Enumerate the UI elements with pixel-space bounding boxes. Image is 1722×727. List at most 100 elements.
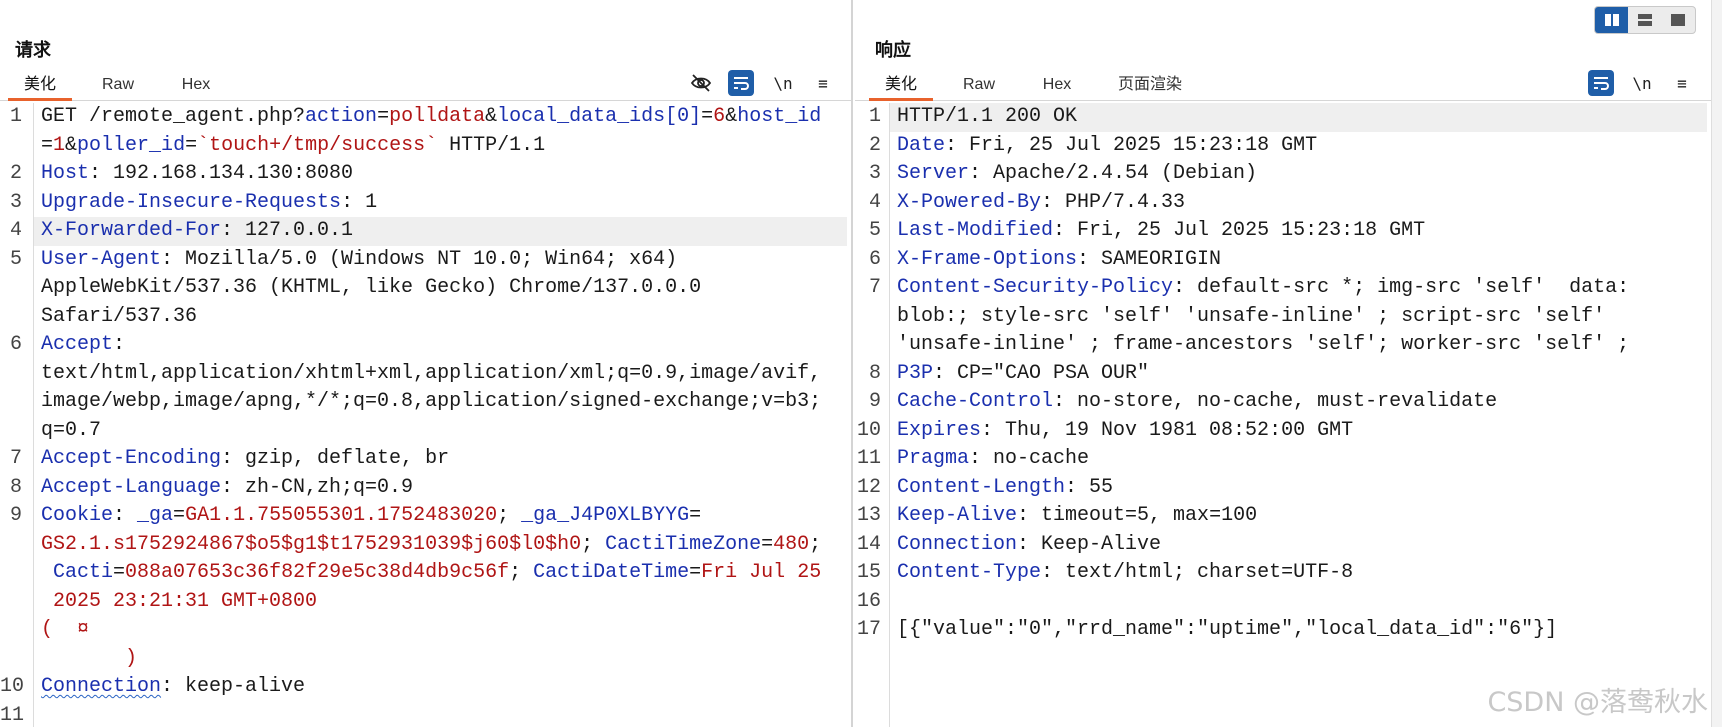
response-code[interactable]: HTTP/1.1 200 OK Date: Fri, 25 Jul 2025 15… bbox=[890, 103, 1707, 645]
scrollbar-strip[interactable] bbox=[1711, 0, 1722, 727]
code-line[interactable]: Last-Modified: Fri, 25 Jul 2025 15:23:18… bbox=[890, 217, 1707, 246]
response-tab-hex[interactable]: Hex bbox=[1027, 74, 1087, 101]
code-line[interactable]: Content-Security-Policy: default-src *; … bbox=[890, 274, 1707, 303]
code-line[interactable] bbox=[890, 588, 1707, 617]
code-key: Accept bbox=[41, 333, 114, 356]
response-editor[interactable]: 1 2 3 4 5 6 7 8 9 10 11 12 13 14 15 16 17 HTTP/1.1 200 O… bbox=[855, 103, 1711, 727]
code-text: : Mozilla/5.0 (Windows NT 10.0; Win64; x… bbox=[161, 247, 678, 271]
code-line[interactable]: X-Powered-By: PHP/7.4.33 bbox=[890, 189, 1707, 218]
code-line[interactable]: ( ¤ bbox=[34, 616, 847, 645]
code-key: Date bbox=[897, 133, 946, 157]
code-line[interactable]: Connection: keep-alive bbox=[34, 673, 847, 702]
line-number: 1 bbox=[9, 105, 22, 128]
menu-icon[interactable]: ≡ bbox=[810, 70, 836, 96]
code-line[interactable]: Keep-Alive: timeout=5, max=100 bbox=[890, 502, 1707, 531]
code-key: Expires bbox=[897, 418, 982, 442]
code-line[interactable]: ) bbox=[34, 645, 847, 674]
code-line[interactable]: Accept-Encoding: gzip, deflate, br bbox=[34, 445, 847, 474]
code-value: ( ¤ bbox=[41, 618, 90, 641]
code-key: X-Frame-Options bbox=[897, 247, 1078, 271]
request-code[interactable]: GET /remote_agent.php?action=polldata&lo… bbox=[34, 103, 847, 727]
code-line[interactable]: blob:; style-src 'self' 'unsafe-inline' … bbox=[890, 303, 1707, 332]
code-line[interactable]: Content-Type: text/html; charset=UTF-8 bbox=[890, 559, 1707, 588]
code-line[interactable]: X-Frame-Options: SAMEORIGIN bbox=[890, 246, 1707, 275]
code-line[interactable]: GET /remote_agent.php?action=polldata&lo… bbox=[34, 103, 847, 132]
request-tab-pretty[interactable]: 美化 bbox=[8, 74, 72, 101]
code-line[interactable] bbox=[34, 702, 847, 727]
response-tab-raw[interactable]: Raw bbox=[949, 74, 1009, 101]
menu-icon[interactable]: ≡ bbox=[1669, 70, 1695, 96]
code-text: : Keep-Alive bbox=[1017, 532, 1162, 556]
code-value: `touch+/tmp/success` bbox=[197, 133, 438, 157]
code-line[interactable]: Cache-Control: no-store, no-cache, must-… bbox=[890, 388, 1707, 417]
code-text: : PHP/7.4.33 bbox=[1041, 190, 1186, 214]
code-value: polldata bbox=[389, 105, 486, 128]
code-key: Content-Length bbox=[897, 475, 1066, 499]
code-line[interactable]: q=0.7 bbox=[34, 417, 847, 446]
line-number: 9 bbox=[9, 504, 22, 527]
response-tab-render[interactable]: 页面渲染 bbox=[1105, 74, 1195, 101]
code-line[interactable]: Accept-Language: zh-CN,zh;q=0.9 bbox=[34, 474, 847, 503]
code-line[interactable]: =1&poller_id=`touch+/tmp/success` HTTP/1… bbox=[34, 132, 847, 161]
response-gutter: 1 2 3 4 5 6 7 8 9 10 11 12 13 14 15 16 17 bbox=[855, 103, 890, 727]
code-key: host_id bbox=[737, 105, 822, 128]
code-text: AppleWebKit/537.36 (KHTML, like Gecko) C… bbox=[41, 276, 702, 299]
code-text: : 1 bbox=[341, 190, 378, 214]
code-key: X-Powered-By bbox=[897, 190, 1042, 214]
code-line[interactable]: Content-Length: 55 bbox=[890, 474, 1707, 503]
line-number: 17 bbox=[856, 618, 881, 641]
code-line[interactable]: Accept: bbox=[34, 331, 847, 360]
line-number: 11 bbox=[0, 703, 25, 727]
code-value: 480 bbox=[773, 532, 810, 556]
code-line[interactable]: 2025 23:21:31 GMT+0800 bbox=[34, 588, 847, 617]
code-value: GA1.1.755055301.1752483020 bbox=[185, 504, 498, 527]
code-line[interactable]: P3P: CP="CAO PSA OUR" bbox=[890, 360, 1707, 389]
line-number: 4 bbox=[868, 190, 881, 214]
response-tab-pretty[interactable]: 美化 bbox=[869, 74, 933, 101]
response-tabbar: 美化 Raw Hex 页面渲染 \n ≡ bbox=[855, 70, 1711, 101]
code-text: : bbox=[113, 333, 126, 356]
code-line[interactable]: Safari/537.36 bbox=[34, 303, 847, 332]
code-line[interactable]: Date: Fri, 25 Jul 2025 15:23:18 GMT bbox=[890, 132, 1707, 161]
code-line[interactable]: X-Forwarded-For: 127.0.0.1 bbox=[34, 217, 847, 246]
code-line[interactable]: AppleWebKit/537.36 (KHTML, like Gecko) C… bbox=[34, 274, 847, 303]
code-key: Upgrade-Insecure-Requests bbox=[41, 190, 342, 214]
code-line[interactable]: GS2.1.s1752924867$o5$g1$t1752931039$j60$… bbox=[34, 531, 847, 560]
code-line[interactable]: Host: 192.168.134.130:8080 bbox=[34, 160, 847, 189]
code-text: ; bbox=[509, 561, 534, 584]
code-text: : Fri, 25 Jul 2025 15:23:18 GMT bbox=[1053, 219, 1426, 242]
request-tab-raw[interactable]: Raw bbox=[88, 74, 148, 101]
line-number: 6 bbox=[868, 247, 881, 271]
code-text: ; bbox=[581, 532, 606, 556]
code-line[interactable]: Expires: Thu, 19 Nov 1981 08:52:00 GMT bbox=[890, 417, 1707, 446]
code-key: Cacti bbox=[53, 561, 114, 584]
code-line[interactable]: [{"value":"0","rrd_name":"uptime","local… bbox=[890, 616, 1707, 645]
newline-toggle-icon[interactable]: \n bbox=[1629, 70, 1655, 96]
code-text: q=0.7 bbox=[41, 418, 102, 442]
code-line[interactable]: Server: Apache/2.4.54 (Debian) bbox=[890, 160, 1707, 189]
code-line[interactable]: image/webp,image/apng,*/*;q=0.8,applicat… bbox=[34, 388, 847, 417]
code-text: : zh-CN,zh;q=0.9 bbox=[221, 475, 414, 499]
line-number: 13 bbox=[856, 504, 881, 527]
code-line[interactable]: Pragma: no-cache bbox=[890, 445, 1707, 474]
request-editor[interactable]: 1 2 3 4 5 6 7 8 9 10 11 GET /remote_agent.php?acti… bbox=[0, 103, 851, 727]
request-tab-hex[interactable]: Hex bbox=[166, 74, 226, 101]
code-text: = bbox=[689, 504, 702, 527]
wrap-lines-icon[interactable] bbox=[1588, 70, 1614, 96]
code-line[interactable]: HTTP/1.1 200 OK bbox=[890, 103, 1707, 132]
code-line[interactable]: Cacti=088a07653c36f82f29e5c38d4db9c56f; … bbox=[34, 559, 847, 588]
code-line[interactable]: Cookie: _ga=GA1.1.755055301.1752483020; … bbox=[34, 502, 847, 531]
code-line[interactable]: 'unsafe-inline' ; frame-ancestors 'self'… bbox=[890, 331, 1707, 360]
code-key: Last-Modified bbox=[897, 219, 1054, 242]
code-line[interactable]: Upgrade-Insecure-Requests: 1 bbox=[34, 189, 847, 218]
code-line[interactable]: text/html,application/xhtml+xml,applicat… bbox=[34, 360, 847, 389]
wrap-lines-icon[interactable] bbox=[728, 70, 754, 96]
code-line[interactable]: User-Agent: Mozilla/5.0 (Windows NT 10.0… bbox=[34, 246, 847, 275]
line-number: 8 bbox=[9, 475, 22, 499]
code-text: : text/html; charset=UTF-8 bbox=[1041, 561, 1354, 584]
code-key: Host bbox=[41, 162, 90, 185]
eye-off-icon[interactable] bbox=[688, 70, 714, 96]
newline-toggle-icon[interactable]: \n bbox=[770, 70, 796, 96]
code-line[interactable]: Connection: Keep-Alive bbox=[890, 531, 1707, 560]
